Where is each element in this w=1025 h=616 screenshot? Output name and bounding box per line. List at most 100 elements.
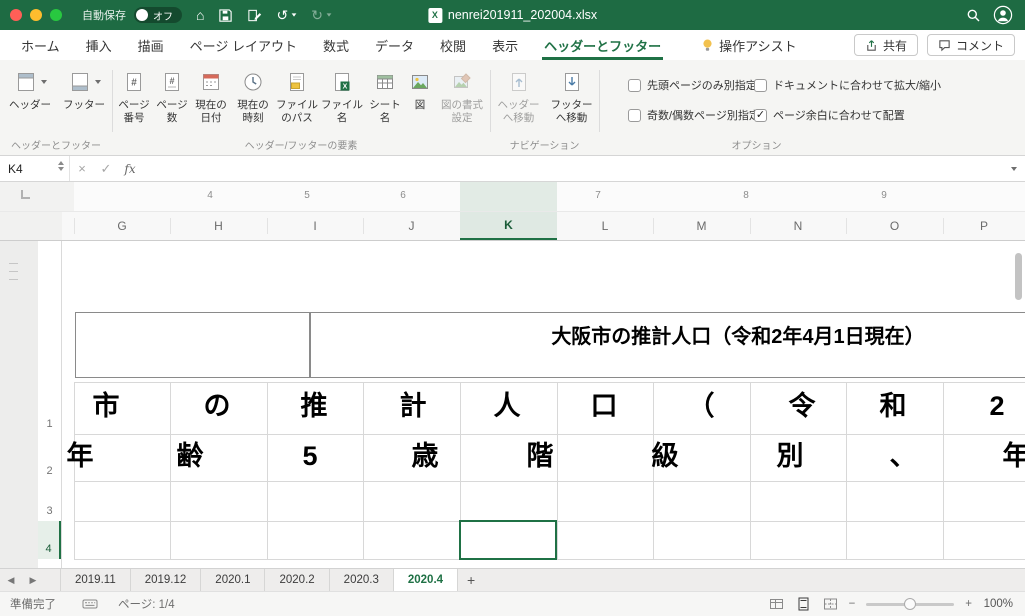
ribbon-tab-assist[interactable]: 操作アシスト [688,30,809,60]
home-icon[interactable]: ⌂ [196,8,204,22]
quick-edit-icon[interactable] [247,8,262,23]
account-avatar[interactable] [993,0,1013,30]
formula-input[interactable] [142,156,1003,181]
option-different-first-page[interactable]: 先頭ページのみ別指定 [628,77,757,93]
redo-icon[interactable]: ↻ [311,8,323,22]
goto-header-button[interactable]: ヘッダー へ移動 [492,64,545,140]
vertical-ruler[interactable] [0,241,38,568]
insert-function-button[interactable]: fx [118,156,142,181]
ribbon-tab-draw[interactable]: 描画 [125,30,177,60]
autosave-label: 自動保存 [82,10,126,22]
selected-cell-outline[interactable] [459,520,557,560]
ribbon-tab-insert[interactable]: 挿入 [73,30,125,60]
option-different-odd-even[interactable]: 奇数/偶数ページ別指定 [628,107,760,123]
checkbox-unchecked[interactable] [628,108,641,122]
sheet-tab-2020-1[interactable]: 2020.1 [201,569,266,591]
undo-icon[interactable]: ↺ [276,8,288,22]
confirm-entry-button[interactable]: ✓ [94,156,118,181]
ribbon-tab-header-footer[interactable]: ヘッダーとフッター [531,30,674,60]
option-scale-with-document[interactable]: ドキュメントに合わせて拡大/縮小 [754,77,941,93]
current-time-button[interactable]: 現在の 時刻 [232,64,274,140]
column-header-I[interactable]: I [267,212,363,240]
normal-view-icon[interactable] [769,597,784,611]
status-right-controls: − + 100% [769,597,1013,611]
add-sheet-button[interactable]: + [458,569,484,591]
page-count-button[interactable]: # ページ数 [154,64,190,140]
goto-header-icon [511,73,526,91]
status-ready: 準備完了 [10,599,56,611]
ribbon-tab-review[interactable]: 校閲 [427,30,479,60]
sheet-tab-next-icon[interactable]: ▶ [22,569,44,591]
sheet-tab-prev-icon[interactable]: ◀ [0,569,22,591]
fullscreen-window-button[interactable] [50,9,62,21]
column-header-L[interactable]: L [557,212,653,240]
row-header-3[interactable]: 3 [38,481,61,521]
ribbon-tab-page-layout[interactable]: ページ レイアウト [177,30,310,60]
column-header-J[interactable]: J [363,212,460,240]
checkbox-unchecked[interactable] [628,78,641,92]
goto-footer-button[interactable]: フッター へ移動 [545,64,598,140]
zoom-slider[interactable] [866,598,955,610]
checkbox-unchecked[interactable] [754,78,767,92]
ribbon-tab-home[interactable]: ホーム [8,30,73,60]
page-number-button[interactable]: # ページ 番号 [114,64,154,140]
row-header-1[interactable]: 1 [38,382,61,434]
zoom-level[interactable]: 100% [983,598,1013,610]
search-icon[interactable] [966,0,981,30]
ruler-number: 8 [743,190,749,201]
page-layout-view-icon[interactable] [796,597,811,611]
file-path-button[interactable]: ファイル のパス [274,64,320,140]
ribbon-tab-formulas[interactable]: 数式 [310,30,362,60]
current-date-button[interactable]: 現在の 日付 [190,64,232,140]
footer-button[interactable]: フッター [57,64,111,140]
column-header-H[interactable]: H [170,212,267,240]
header-button[interactable]: ヘッダー [3,64,57,140]
ribbon-tab-view[interactable]: 表示 [479,30,531,60]
select-all-corner[interactable] [0,212,62,240]
zoom-slider-thumb[interactable] [904,598,917,610]
sheet-tab-2020-4[interactable]: 2020.4 [393,569,459,591]
picture-button[interactable]: 図 [406,64,434,140]
name-box[interactable]: K4 [0,156,70,181]
option-align-with-margins[interactable]: ✓ ページ余白に合わせて配置 [754,107,905,123]
column-header-K[interactable]: K [460,212,557,240]
column-header-O[interactable]: O [846,212,943,240]
formula-bar-expand-icon[interactable] [1003,156,1025,181]
save-icon[interactable] [218,8,233,23]
column-separator [943,218,944,234]
sheet-tab-2019-11[interactable]: 2019.11 [60,569,131,591]
column-header-M[interactable]: M [653,212,750,240]
comments-button[interactable]: コメント [926,34,1015,56]
redo-chevron-icon[interactable] [326,13,332,17]
sheet-tab-2020-3[interactable]: 2020.3 [330,569,394,591]
header-center-section[interactable]: 大阪市の推計人口（令和2年4月1日現在） [310,312,1025,378]
row-header-4[interactable]: 4 [38,521,61,559]
undo-chevron-icon[interactable] [291,13,297,17]
column-header-G[interactable]: G [74,212,170,240]
minimize-window-button[interactable] [30,9,42,21]
vertical-scrollbar-thumb[interactable] [1015,253,1022,300]
sheet-tab-2019-12[interactable]: 2019.12 [131,569,202,591]
cell-text: 、 [889,441,917,471]
header-left-section[interactable] [75,312,310,378]
column-header-N[interactable]: N [750,212,846,240]
autosave-toggle[interactable]: オフ [134,7,182,23]
checkbox-checked[interactable]: ✓ [754,108,767,122]
ribbon-tab-data[interactable]: データ [362,30,427,60]
horizontal-ruler[interactable]: 4 5 6 7 8 9 [0,182,1025,212]
format-picture-button[interactable]: 図の書式 設定 [434,64,490,140]
zoom-in-button[interactable]: + [965,598,972,610]
file-name-button[interactable]: X ファイル名 [320,64,364,140]
row-header-2[interactable]: 2 [38,434,61,481]
page-break-view-icon[interactable] [823,597,838,611]
close-window-button[interactable] [10,9,22,21]
share-button[interactable]: 共有 [853,34,918,56]
sheet-canvas[interactable]: 1 2 3 4 大阪市の推計人口（令和2年4月1日現在） 市 の 推 計 人 口… [0,241,1025,568]
sheet-tab-2020-2[interactable]: 2020.2 [265,569,330,591]
name-box-stepper[interactable] [58,161,64,171]
zoom-out-button[interactable]: − [849,598,856,610]
gridline [653,382,654,560]
cancel-entry-button[interactable]: × [70,156,94,181]
sheet-name-button[interactable]: シート名 [364,64,406,140]
column-header-P[interactable]: P [943,212,1025,240]
